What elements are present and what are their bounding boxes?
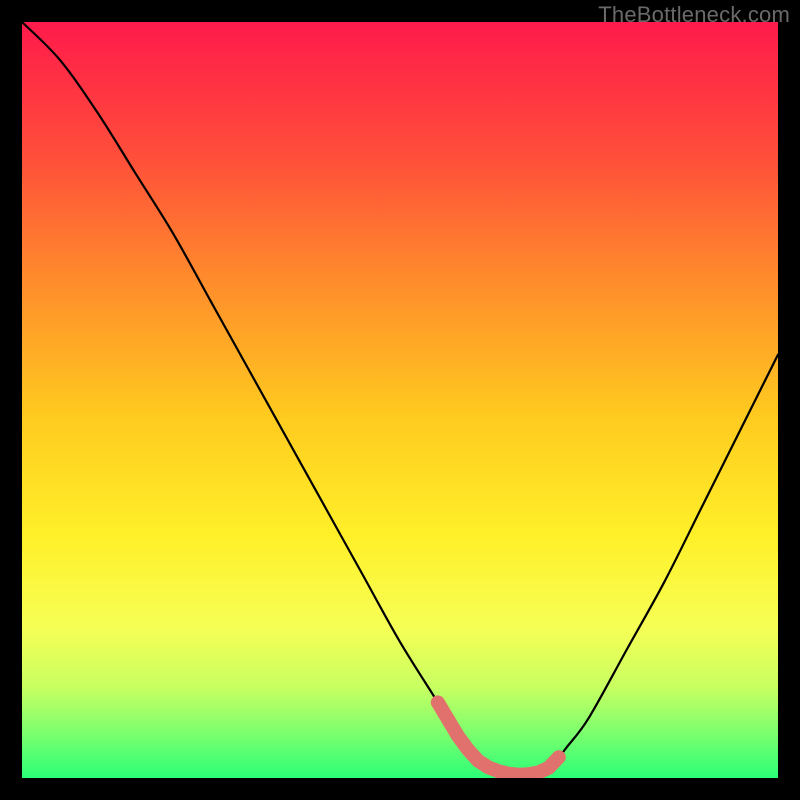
bottleneck-curve xyxy=(22,22,778,775)
chart-svg xyxy=(22,22,778,778)
gradient-plot-area xyxy=(22,22,778,778)
watermark-text: TheBottleneck.com xyxy=(598,2,790,28)
chart-frame: TheBottleneck.com xyxy=(0,0,800,800)
optimal-range-marker xyxy=(438,702,559,774)
